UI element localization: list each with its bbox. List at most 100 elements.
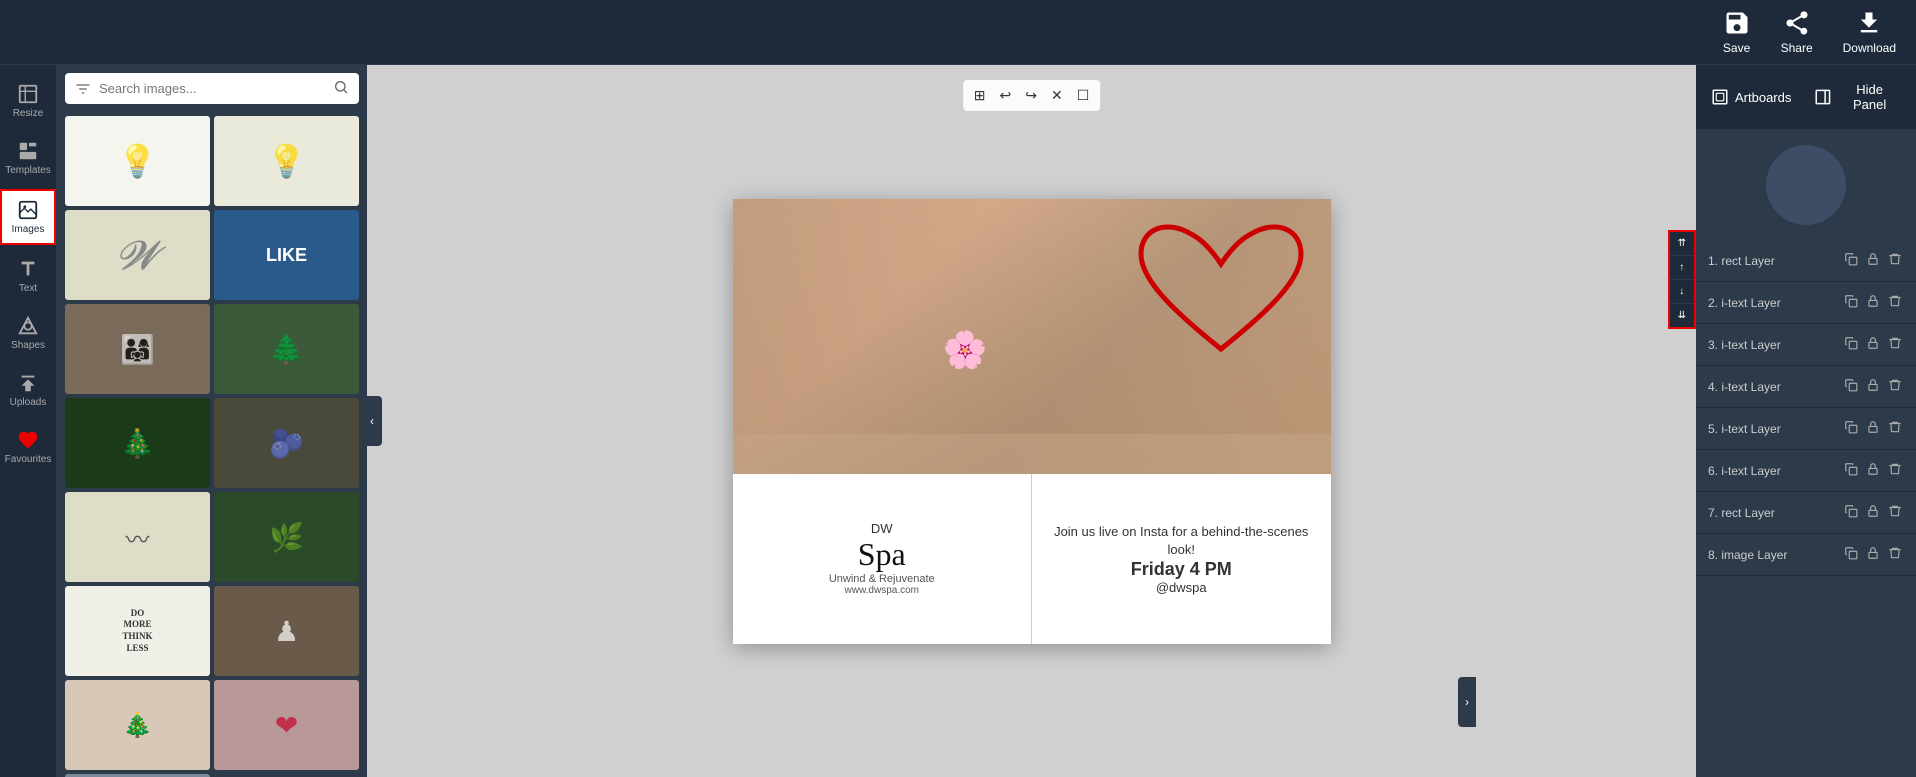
move-to-bottom-button[interactable]: ⇊ [1670,304,1694,327]
close-element-button[interactable]: ✕ [1048,84,1066,107]
images-icon [17,199,39,221]
layer-lock-button[interactable] [1864,544,1882,565]
layer-item[interactable]: 4. i-text Layer [1696,366,1916,408]
hide-panel-button[interactable]: Hide Panel [1814,82,1901,112]
sidebar-resize-label: Resize [13,108,44,119]
layer-copy-button[interactable] [1842,376,1860,397]
image-thumb[interactable]: 🎄 [65,398,210,488]
sidebar-item-uploads[interactable]: Uploads [0,364,56,416]
images-panel: 💡💡𝓦LIKE👨‍👩‍👧🌲🎄🫐〰🌿DO MORE THINK LESS♟🎄❤👫 … [57,65,367,777]
move-up-button[interactable]: ↑ [1670,256,1694,280]
move-down-button[interactable]: ↓ [1670,280,1694,304]
layer-copy-button[interactable] [1842,544,1860,565]
artboards-button[interactable]: Artboards [1711,88,1806,106]
layer-lock-button[interactable] [1864,460,1882,481]
layer-lock-button[interactable] [1864,502,1882,523]
sidebar-images-label: Images [12,224,45,235]
sidebar-text-label: Text [19,283,37,294]
thumb-content: 🫐 [214,398,359,488]
layer-delete-button[interactable] [1886,376,1904,397]
move-to-top-button[interactable]: ⇈ [1670,232,1694,256]
save-label: Save [1723,41,1750,55]
frame-button[interactable]: ☐ [1074,84,1093,107]
layer-actions [1842,376,1904,397]
sidebar-item-shapes[interactable]: Shapes [0,307,56,359]
images-grid: 💡💡𝓦LIKE👨‍👩‍👧🌲🎄🫐〰🌿DO MORE THINK LESS♟🎄❤👫 [57,112,367,777]
layer-lock-button[interactable] [1864,292,1882,313]
search-input[interactable] [99,81,325,96]
layer-item[interactable]: 5. i-text Layer [1696,408,1916,450]
layer-item[interactable]: 2. i-text Layer [1696,282,1916,324]
thumb-content: ❤ [214,680,359,770]
left-sidebar: Resize Templates Images Text [0,65,57,777]
image-thumb[interactable]: ❤ [214,680,359,770]
sidebar-item-resize[interactable]: Resize [0,75,56,127]
layer-lock-button[interactable] [1864,418,1882,439]
image-thumb[interactable]: LIKE [214,210,359,300]
spa-name: Spa [858,536,906,573]
layer-copy-button[interactable] [1842,292,1860,313]
grid-view-button[interactable]: ⊞ [971,84,989,107]
image-thumb[interactable]: 〰 [65,492,210,582]
layer-delete-button[interactable] [1886,460,1904,481]
layer-copy-button[interactable] [1842,418,1860,439]
layer-delete-button[interactable] [1886,544,1904,565]
image-thumb[interactable]: 𝓦 [65,210,210,300]
image-thumb[interactable]: 💡 [214,116,359,206]
expand-right-panel-button[interactable]: › [1458,677,1476,727]
layer-copy-button[interactable] [1842,460,1860,481]
layer-lock-button[interactable] [1864,250,1882,271]
spa-photo: 🌸 [733,199,1331,475]
thumb-content: 〰 [65,492,210,582]
thumb-content: 💡 [214,116,359,206]
thumb-content: 👨‍👩‍👧 [65,304,210,394]
layer-name: 3. i-text Layer [1708,338,1836,352]
spa-url: www.dwspa.com [845,585,919,596]
avatar [1766,145,1846,225]
sidebar-item-text[interactable]: Text [0,250,56,302]
search-icon [333,79,349,95]
image-thumb[interactable]: 🎄 [65,680,210,770]
layer-item[interactable]: 1. rect Layer [1696,240,1916,282]
image-thumb[interactable]: 💡 [65,116,210,206]
right-panel-header: Artboards Hide Panel [1696,65,1916,130]
search-button[interactable] [333,79,349,98]
undo-button[interactable]: ↩ [996,84,1014,107]
layer-delete-button[interactable] [1886,292,1904,313]
sidebar-item-templates[interactable]: Templates [0,132,56,184]
layer-delete-button[interactable] [1886,502,1904,523]
layer-item[interactable]: 8. image Layer [1696,534,1916,576]
hide-panel-label: Hide Panel [1838,82,1901,112]
spa-content: DW Spa Unwind & Rejuvenate www.dwspa.com… [733,474,1331,643]
download-button[interactable]: Download [1843,9,1896,55]
layer-delete-button[interactable] [1886,418,1904,439]
layer-item[interactable]: 7. rect Layer [1696,492,1916,534]
image-thumb[interactable]: 🌲 [214,304,359,394]
spa-time: Friday 4 PM [1131,559,1232,580]
canvas-area: ⊞ ↩ ↪ ✕ ☐ 🌸 DW Spa [367,65,1696,777]
layer-delete-button[interactable] [1886,250,1904,271]
layer-copy-button[interactable] [1842,250,1860,271]
layer-copy-button[interactable] [1842,502,1860,523]
layer-item[interactable]: 3. i-text Layer [1696,324,1916,366]
spa-handle: @dwspa [1156,580,1207,595]
sidebar-shapes-label: Shapes [11,340,45,351]
image-thumb[interactable]: DO MORE THINK LESS [65,586,210,676]
layer-name: 8. image Layer [1708,548,1836,562]
image-thumb[interactable]: 🌿 [214,492,359,582]
layer-lock-button[interactable] [1864,334,1882,355]
image-thumb[interactable]: 🫐 [214,398,359,488]
layer-item[interactable]: 6. i-text Layer [1696,450,1916,492]
layer-delete-button[interactable] [1886,334,1904,355]
collapse-panel-button[interactable]: ‹ [362,396,382,446]
image-thumb[interactable]: ♟ [214,586,359,676]
share-button[interactable]: Share [1781,9,1813,55]
sidebar-item-favourites[interactable]: Favourites [0,421,56,473]
canvas-toolbar: ⊞ ↩ ↪ ✕ ☐ [963,80,1101,111]
layer-copy-button[interactable] [1842,334,1860,355]
layer-lock-button[interactable] [1864,376,1882,397]
redo-button[interactable]: ↪ [1022,84,1040,107]
sidebar-item-images[interactable]: Images [0,189,56,245]
image-thumb[interactable]: 👨‍👩‍👧 [65,304,210,394]
save-button[interactable]: Save [1723,9,1751,55]
